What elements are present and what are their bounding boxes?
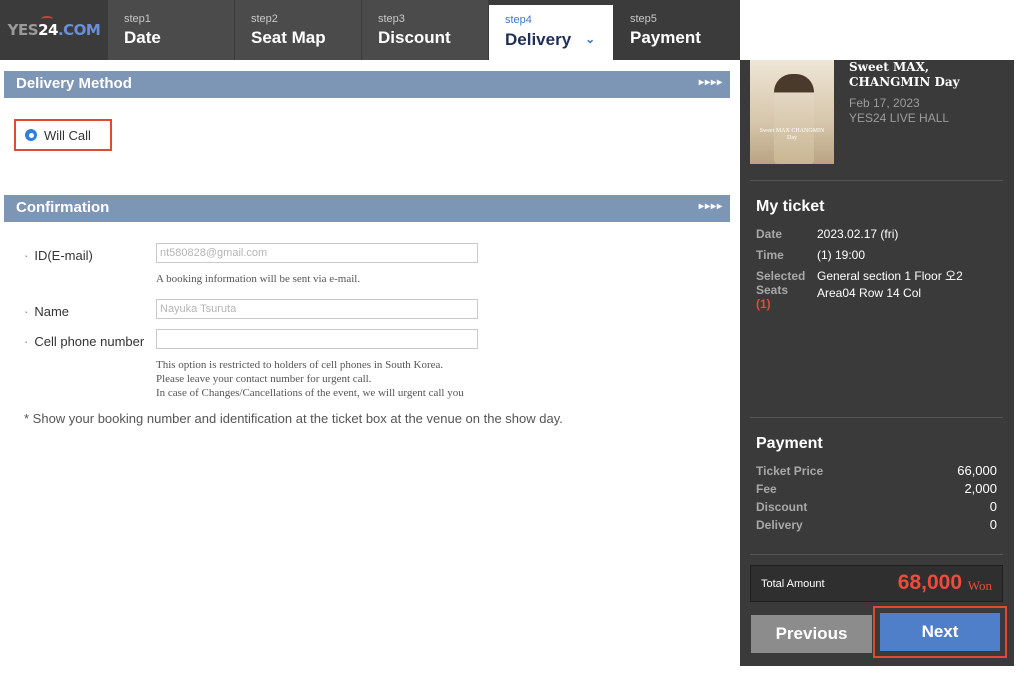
time-label: Time: [756, 248, 784, 262]
delivery-label: Delivery: [756, 518, 803, 532]
step-label: Date: [124, 28, 161, 47]
step-date[interactable]: step1 Date: [108, 0, 234, 60]
name-label: · Name: [24, 304, 70, 319]
seats-label-1: Selected: [756, 269, 806, 283]
show-date: Feb 17, 2023: [849, 96, 920, 110]
show-poster-image: Sweet MAX CHANGMIN Day: [750, 60, 834, 164]
step-number: step4: [505, 14, 532, 26]
step-navigation: YES24.COM step1 Date step2 Seat Map step…: [0, 0, 740, 60]
step-label: Delivery: [505, 30, 572, 49]
next-button-highlight: Next: [873, 606, 1007, 658]
id-note: A booking information will be sent via e…: [156, 273, 361, 285]
time-value: (1) 19:00: [817, 248, 866, 262]
confirmation-header: Confirmation ▸▸▸▸: [4, 195, 730, 222]
discount-value: 0: [989, 499, 997, 514]
payment-heading: Payment: [756, 435, 823, 452]
arrows-icon: ▸▸▸▸: [698, 77, 723, 88]
divider: [750, 180, 1003, 181]
show-venue: YES24 LIVE HALL: [849, 111, 950, 125]
step-number: step1: [124, 13, 151, 25]
chevron-down-icon: ⌄: [585, 32, 596, 46]
id-label: · ID(E-mail): [24, 248, 93, 263]
step-number: step5: [630, 13, 657, 25]
radio-selected-icon[interactable]: [25, 129, 37, 141]
logo-number: 24: [38, 21, 58, 39]
seats-count: (1): [756, 297, 771, 311]
fee-label: Fee: [756, 482, 777, 496]
previous-button[interactable]: Previous: [751, 615, 872, 653]
poster-lettering: Sweet MAX CHANGMIN Day: [759, 128, 825, 141]
logo-suffix: .COM: [57, 21, 101, 39]
step-number: step2: [251, 13, 278, 25]
email-field[interactable]: [156, 243, 478, 263]
show-day-note: * Show your booking number and identific…: [24, 411, 563, 426]
total-amount-value: 68,000: [897, 571, 962, 594]
fee-value: 2,000: [964, 481, 997, 496]
will-call-option[interactable]: Will Call: [14, 119, 112, 151]
total-label: Total Amount: [761, 578, 825, 590]
delivery-method-header: Delivery Method ▸▸▸▸: [4, 71, 730, 98]
step-number: step3: [378, 13, 405, 25]
step-discount[interactable]: step3 Discount: [362, 0, 488, 60]
yes24-logo[interactable]: YES24.COM: [0, 0, 108, 60]
ticket-price-label: Ticket Price: [756, 464, 824, 478]
seats-label-2: Seats: [756, 283, 789, 297]
seats-value-1: General section 1 Floor 오2: [817, 269, 963, 283]
date-value: 2023.02.17 (fri): [817, 227, 899, 241]
step-label: Discount: [378, 28, 451, 47]
section-title: Delivery Method: [16, 75, 132, 92]
my-ticket-heading: My ticket: [756, 198, 825, 215]
phone-note-3: In case of Changes/Cancellations of the …: [156, 387, 464, 399]
step-delivery[interactable]: step4 Delivery ⌄: [489, 5, 613, 60]
step-seat-map[interactable]: step2 Seat Map: [235, 0, 361, 60]
section-title: Confirmation: [16, 199, 110, 216]
show-title: Sweet MAX, CHANGMIN Day: [849, 60, 960, 89]
divider: [750, 417, 1003, 418]
phone-label: · Cell phone number: [24, 334, 145, 349]
seats-value-2: Area04 Row 14 Col: [817, 286, 922, 300]
divider: [750, 554, 1003, 555]
step-label: Seat Map: [251, 28, 326, 47]
step-label: Payment: [630, 28, 701, 47]
delivery-value: 0: [989, 517, 997, 532]
step-payment[interactable]: step5 Payment: [614, 0, 740, 60]
discount-label: Discount: [756, 500, 808, 514]
total-unit: Won: [967, 578, 992, 593]
will-call-label: Will Call: [44, 127, 91, 143]
phone-note-1: This option is restricted to holders of …: [156, 359, 444, 371]
logo-prefix: YES: [7, 21, 39, 39]
ticket-price-value: 66,000: [957, 463, 997, 478]
phone-field[interactable]: [156, 329, 478, 349]
booking-summary-sidebar: Sweet MAX CHANGMIN Day Sweet MAX, CHANGM…: [740, 60, 1014, 666]
next-button[interactable]: Next: [880, 613, 1000, 651]
total-amount-box: Total Amount 68,000 Won: [750, 565, 1003, 602]
name-field[interactable]: [156, 299, 478, 319]
date-label: Date: [756, 227, 783, 241]
arrows-icon: ▸▸▸▸: [698, 201, 723, 212]
phone-note-2: Please leave your contact number for urg…: [156, 373, 372, 385]
